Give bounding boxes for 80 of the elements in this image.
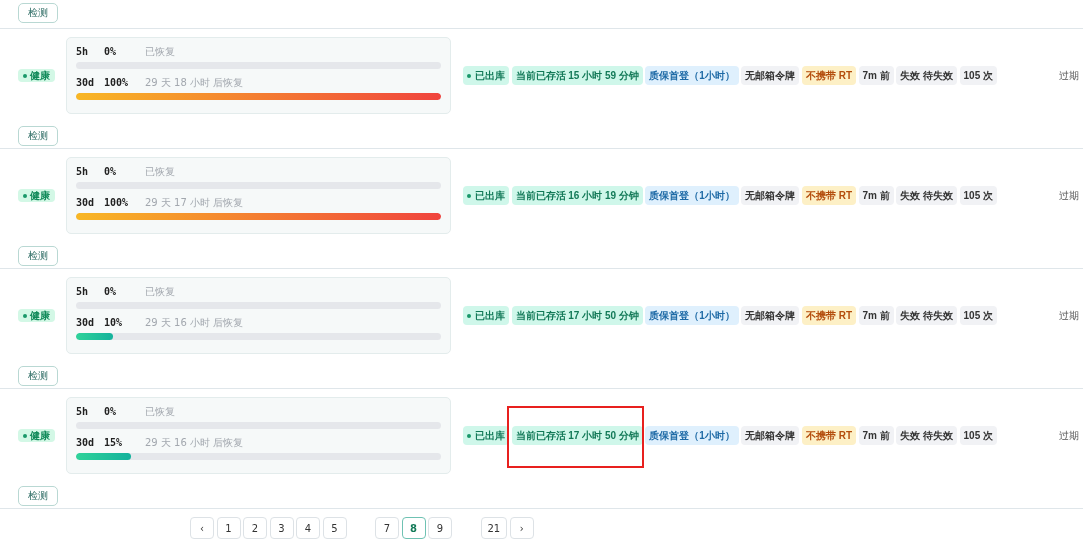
page-button[interactable]: 3 — [269, 517, 294, 539]
tag: 105 次 — [959, 66, 997, 85]
expiry-label: 过期 — [1059, 189, 1079, 203]
tag: 7m 前 — [858, 426, 894, 445]
tag: 不携带 RT — [801, 66, 857, 85]
page-button[interactable]: ‹ — [190, 517, 214, 539]
window-label: 5h — [76, 284, 90, 299]
health-badge: 健康 — [18, 189, 55, 202]
reset-note: 已恢复 — [145, 404, 175, 419]
page-button[interactable]: 21 — [480, 517, 508, 539]
status-tag: 已出库 — [463, 426, 509, 445]
tag: 7m 前 — [858, 66, 894, 85]
check-button[interactable]: 检测 — [18, 486, 58, 506]
tag: 失效 待失效 — [896, 306, 958, 325]
tag: 失效 待失效 — [896, 66, 958, 85]
health-badge: 健康 — [18, 69, 55, 82]
window-label: 30d — [76, 435, 96, 450]
tag: 质保首登（1小时） — [645, 306, 739, 325]
tag: 7m 前 — [858, 306, 894, 325]
check-button[interactable]: 检测 — [18, 126, 58, 146]
reset-note: 已恢复 — [145, 284, 175, 299]
page-button[interactable]: 2 — [243, 517, 267, 539]
page-button[interactable]: 4 — [296, 517, 320, 539]
tag: 当前已存活 17 小时 50 分钟 — [511, 306, 643, 325]
page-button[interactable]: 7 — [375, 517, 399, 539]
window-label: 30d — [76, 195, 96, 210]
expiry-label: 过期 — [1059, 309, 1079, 323]
percent-value: 15% — [104, 435, 124, 450]
page-button[interactable]: 1 — [216, 517, 241, 539]
tag: 7m 前 — [858, 186, 894, 205]
reset-note: 已恢复 — [145, 164, 175, 179]
tag: 不携带 RT — [801, 426, 857, 445]
percent-value: 10% — [104, 315, 124, 330]
expiry-label: 过期 — [1059, 69, 1079, 83]
tag: 105 次 — [959, 306, 997, 325]
tag: 105 次 — [959, 186, 997, 205]
tag: 105 次 — [959, 426, 997, 445]
tag: 质保首登（1小时） — [645, 66, 739, 85]
reset-note: 已恢复 — [145, 44, 175, 59]
check-button[interactable]: 检测 — [18, 3, 58, 23]
tag: 当前已存活 16 小时 19 分钟 — [511, 186, 643, 205]
tag: 不携带 RT — [801, 186, 857, 205]
window-label: 30d — [76, 315, 96, 330]
tag: 无邮箱令牌 — [741, 306, 800, 325]
page-button[interactable]: › — [509, 517, 534, 539]
expiry-label: 过期 — [1059, 429, 1079, 443]
status-tag: 已出库 — [463, 186, 509, 205]
reset-note: 29 天 18 小时 后恢复 — [145, 75, 244, 90]
percent-value: 100% — [104, 75, 130, 90]
window-label: 5h — [76, 404, 90, 419]
status-tag: 已出库 — [463, 306, 509, 325]
window-label: 30d — [76, 75, 96, 90]
page-button[interactable]: 8 — [401, 517, 426, 539]
reset-note: 29 天 16 小时 后恢复 — [145, 435, 244, 450]
tag: 无邮箱令牌 — [741, 186, 800, 205]
tag: 质保首登（1小时） — [645, 186, 739, 205]
tag: 无邮箱令牌 — [741, 66, 800, 85]
percent-value: 0% — [104, 404, 118, 419]
percent-value: 0% — [104, 284, 118, 299]
page-button[interactable]: 9 — [428, 517, 452, 539]
tag: 质保首登（1小时） — [645, 426, 739, 445]
status-tag: 已出库 — [463, 66, 509, 85]
check-button[interactable]: 检测 — [18, 246, 58, 266]
page-button[interactable]: 5 — [322, 517, 347, 539]
window-label: 5h — [76, 164, 90, 179]
percent-value: 0% — [104, 44, 118, 59]
health-badge: 健康 — [18, 429, 55, 442]
tag: 无邮箱令牌 — [741, 426, 800, 445]
reset-note: 29 天 16 小时 后恢复 — [145, 315, 244, 330]
check-button[interactable]: 检测 — [18, 366, 58, 386]
percent-value: 100% — [104, 195, 130, 210]
tag: 失效 待失效 — [896, 426, 958, 445]
window-label: 5h — [76, 44, 90, 59]
tag: 当前已存活 15 小时 59 分钟 — [511, 66, 643, 85]
percent-value: 0% — [104, 164, 118, 179]
tag: 当前已存活 17 小时 50 分钟 — [511, 426, 643, 445]
health-badge: 健康 — [18, 309, 55, 322]
tag: 不携带 RT — [801, 306, 857, 325]
tag: 失效 待失效 — [896, 186, 958, 205]
reset-note: 29 天 17 小时 后恢复 — [145, 195, 244, 210]
